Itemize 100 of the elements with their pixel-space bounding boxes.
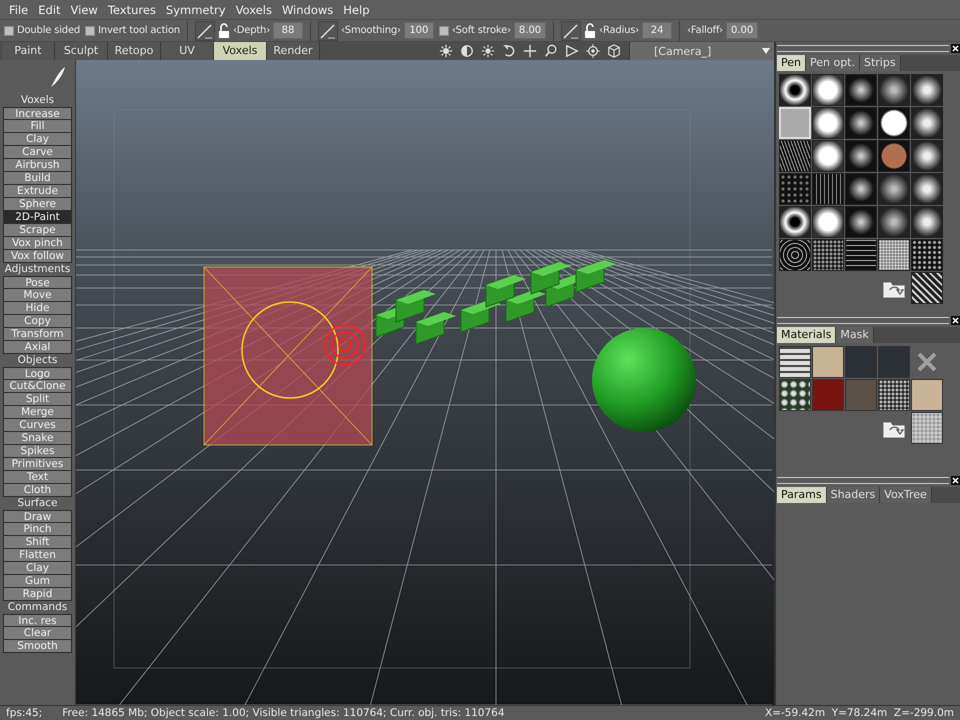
checkbox[interactable] [438, 26, 449, 36]
tool-button[interactable]: Logo [3, 367, 72, 380]
sun-icon[interactable] [481, 44, 495, 58]
3d-scene-drawing[interactable] [76, 60, 774, 705]
checkbox[interactable] [85, 26, 96, 36]
brush-thumbnail[interactable] [878, 206, 910, 238]
tool-button[interactable]: Airbrush [3, 159, 72, 172]
brush-thumbnail[interactable] [845, 173, 877, 205]
tool-button[interactable]: Clay [3, 562, 72, 575]
target-icon[interactable] [586, 44, 600, 58]
brush-thumbnail[interactable] [878, 74, 910, 106]
pen-icon[interactable] [194, 20, 215, 40]
panel-grip[interactable] [777, 317, 949, 324]
panel-tab[interactable]: Pen [777, 55, 806, 71]
workspace-tab[interactable]: Render [267, 42, 320, 60]
tool-button[interactable]: Fill [3, 120, 72, 133]
brush-thumbnail[interactable] [878, 173, 910, 205]
close-icon[interactable] [951, 476, 960, 485]
brush-thumbnail[interactable] [911, 206, 943, 238]
brush-thumbnail[interactable] [845, 239, 877, 271]
rotate-icon[interactable] [502, 44, 516, 58]
workspace-tab[interactable]: Sculpt [55, 42, 108, 60]
tool-button[interactable]: Vox follow [3, 250, 72, 263]
material-thumbnail[interactable] [779, 379, 811, 411]
tool-button[interactable]: Extrude [3, 185, 72, 198]
tool-button[interactable]: Copy [3, 315, 72, 328]
tool-button[interactable]: Snake [3, 432, 72, 445]
tool-button[interactable]: Merge [3, 406, 72, 419]
cube-icon[interactable] [607, 44, 621, 58]
panel-tab[interactable]: Params [777, 487, 827, 503]
brush-thumbnail[interactable] [812, 74, 844, 106]
tool-button[interactable]: 2D-Paint [3, 211, 72, 224]
value-field[interactable]: 8.00 [514, 22, 546, 39]
brush-thumbnail[interactable] [911, 74, 943, 106]
tool-button[interactable]: Axial [3, 341, 72, 354]
value-field[interactable]: 88 [273, 22, 303, 39]
menu-item[interactable]: Help [338, 2, 374, 16]
tool-button[interactable]: Rapid [3, 588, 72, 601]
tool-button[interactable]: Smooth [3, 640, 72, 653]
workspace-tab[interactable]: Retopo [108, 42, 161, 60]
menu-item[interactable]: Textures [102, 2, 161, 16]
material-thumbnail[interactable] [812, 346, 844, 378]
workspace-tab[interactable]: Voxels [214, 42, 267, 60]
tool-button[interactable]: Pinch [3, 523, 72, 536]
menu-item[interactable]: Voxels [230, 2, 277, 16]
material-thumbnail[interactable] [845, 379, 877, 411]
tool-button[interactable]: Move [3, 289, 72, 302]
panel-tab[interactable]: Pen opt. [806, 55, 860, 71]
brush-thumbnail[interactable] [911, 173, 943, 205]
tool-button[interactable]: Build [3, 172, 72, 185]
brush-thumbnail[interactable] [812, 173, 844, 205]
checkbox[interactable] [4, 26, 14, 36]
workspace-tab[interactable]: UV [161, 42, 214, 60]
brush-thumbnail[interactable] [911, 107, 943, 139]
brush-thumbnail[interactable] [779, 206, 811, 238]
brush-thumbnail[interactable] [878, 239, 910, 271]
tool-button[interactable]: Pose [3, 276, 72, 289]
material-thumbnail[interactable] [779, 346, 811, 378]
tool-button[interactable]: Flatten [3, 549, 72, 562]
brush-thumbnail[interactable] [911, 272, 943, 304]
panel-tab[interactable]: Materials [777, 327, 836, 343]
panel-tab[interactable]: Shaders [826, 487, 880, 503]
material-thumbnail[interactable] [812, 379, 844, 411]
sun-icon[interactable] [439, 44, 453, 58]
brush-thumbnail[interactable] [812, 239, 844, 271]
triangle-icon[interactable] [565, 44, 579, 58]
tool-button[interactable]: Transform [3, 328, 72, 341]
tool-button[interactable]: Split [3, 393, 72, 406]
pen-icon[interactable] [561, 20, 582, 40]
material-thumbnail[interactable] [878, 379, 910, 411]
brush-thumbnail[interactable] [812, 140, 844, 172]
brush-thumbnail[interactable] [779, 140, 811, 172]
tool-button[interactable]: Inc. res [3, 614, 72, 627]
panel-tab[interactable]: VoxTree [880, 487, 932, 503]
tool-button[interactable]: Sphere [3, 198, 72, 211]
camera-dropdown[interactable]: [Camera_] [629, 42, 774, 60]
lock-icon[interactable] [584, 22, 596, 38]
tool-button[interactable]: Curves [3, 419, 72, 432]
zoom-icon[interactable] [544, 44, 558, 58]
brush-thumbnail[interactable] [845, 206, 877, 238]
brush-thumbnail[interactable] [845, 107, 877, 139]
close-icon[interactable] [951, 44, 960, 53]
tool-button[interactable]: Clay [3, 133, 72, 146]
menu-item[interactable]: Symmetry [160, 2, 231, 16]
tool-button[interactable]: Cloth [3, 484, 72, 497]
menu-item[interactable]: Windows [276, 2, 338, 16]
tool-button[interactable]: Increase [3, 107, 72, 120]
brush-thumbnail[interactable] [878, 140, 910, 172]
menu-item[interactable]: Edit [33, 2, 66, 16]
tool-button[interactable]: Draw [3, 510, 72, 523]
tool-button[interactable]: Shift [3, 536, 72, 549]
menu-item[interactable]: File [4, 2, 34, 16]
value-field[interactable]: 0.00 [726, 22, 758, 39]
brush-thumbnail[interactable] [911, 140, 943, 172]
tool-button[interactable]: Carve [3, 146, 72, 159]
brush-thumbnail[interactable] [812, 206, 844, 238]
material-thumbnail[interactable] [911, 412, 943, 444]
material-thumbnail[interactable] [911, 379, 943, 411]
tool-button[interactable]: Spikes [3, 445, 72, 458]
tool-button[interactable]: Primitives [3, 458, 72, 471]
